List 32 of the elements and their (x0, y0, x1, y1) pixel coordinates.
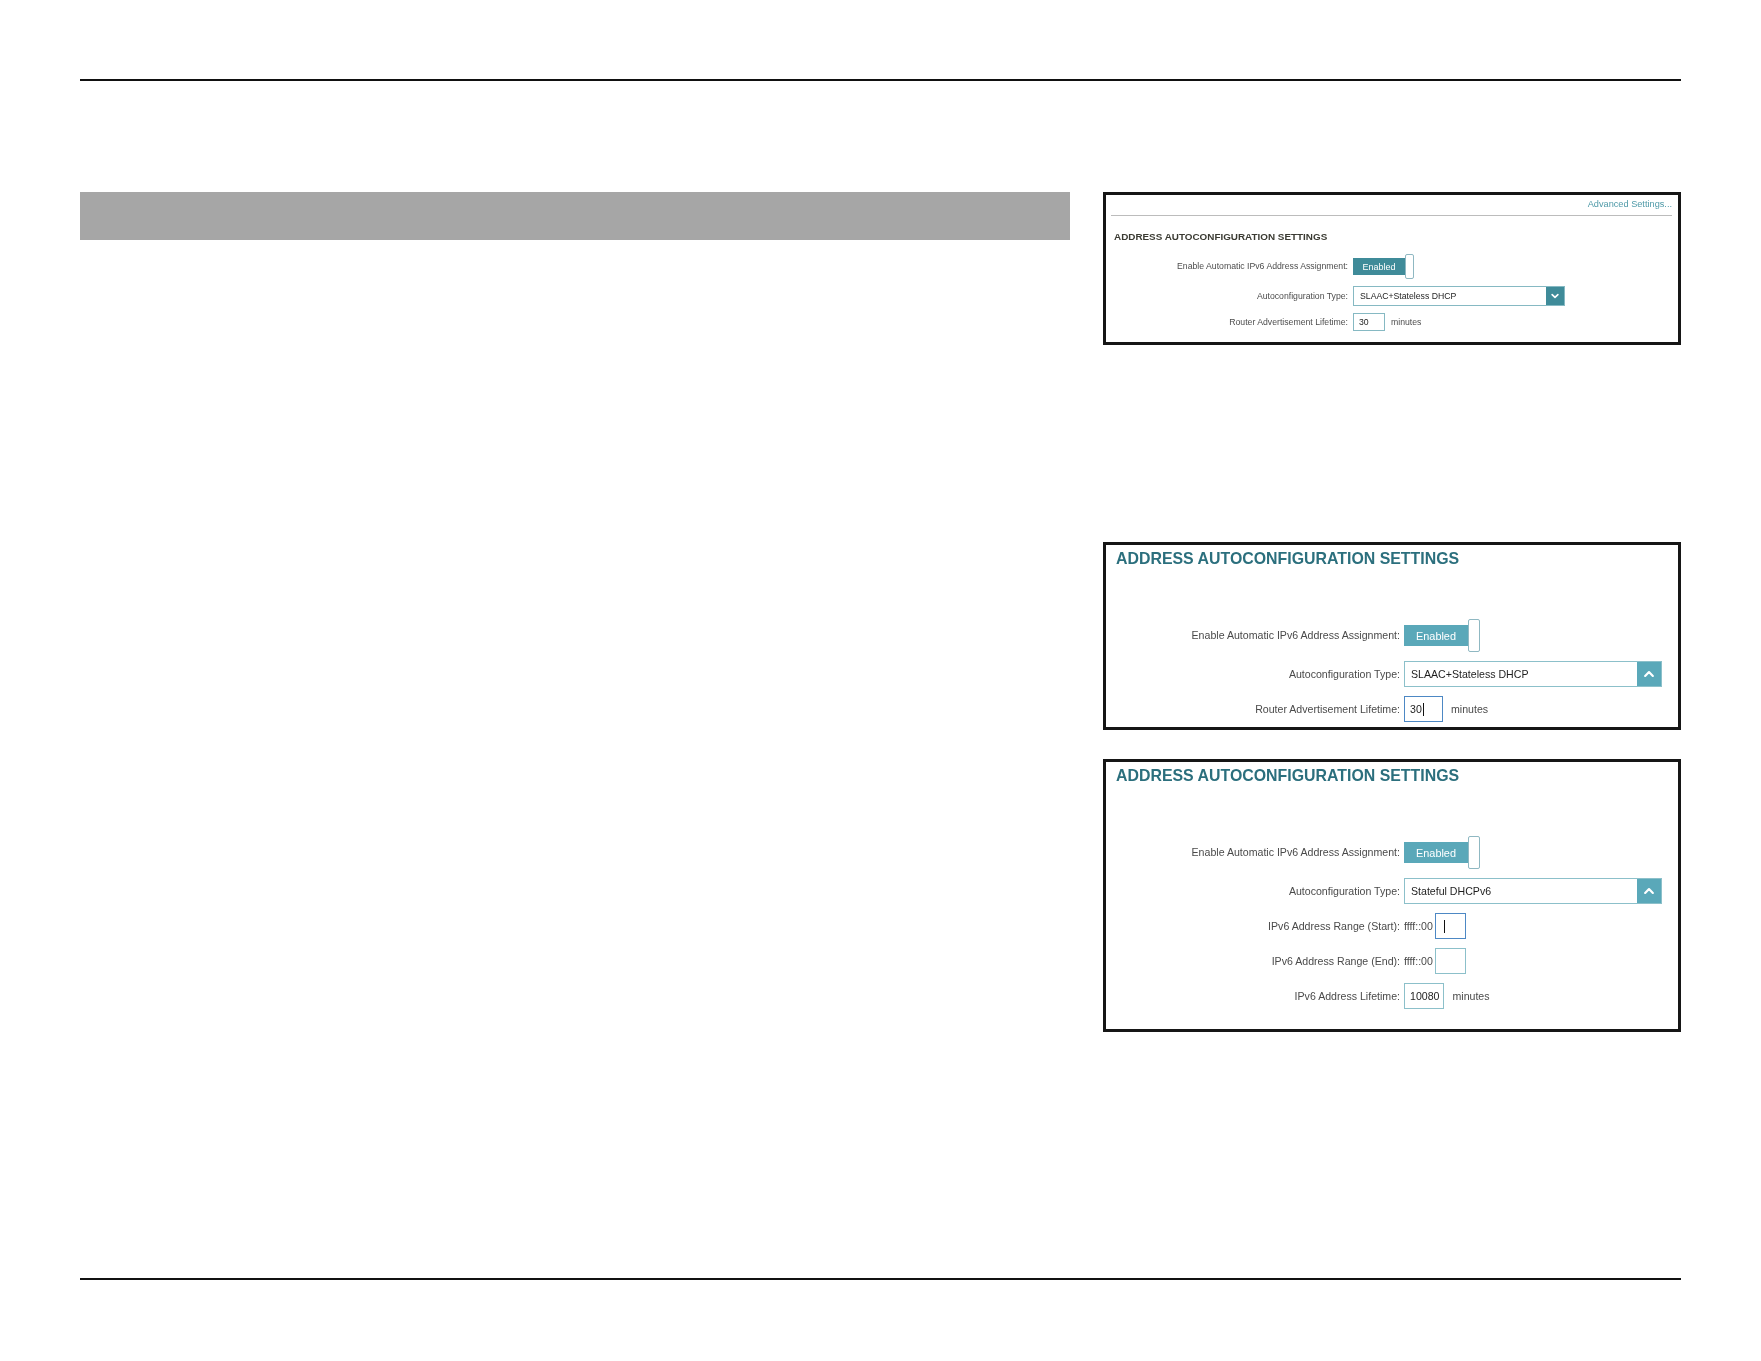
field-label: Enable Automatic IPv6 Address Assignment: (1177, 261, 1348, 272)
dropdown-select[interactable]: SLAAC+Stateless DHCP (1404, 661, 1662, 687)
section-heading: ADDRESS AUTOCONFIGURATION SETTINGS (1116, 766, 1460, 786)
field-label: Autoconfiguration Type: (1288, 667, 1400, 681)
field-label: Enable Automatic IPv6 Address Assignment: (1191, 629, 1400, 642)
field-label: Autoconfiguration Type: (1256, 290, 1348, 302)
text-cursor-icon (1422, 702, 1424, 716)
field-label: IPv6 Address Lifetime: (1294, 989, 1400, 1003)
section-heading: ADDRESS AUTOCONFIGURATION SETTINGS (1114, 230, 1328, 244)
field-label: Autoconfiguration Type: (1288, 884, 1400, 898)
dropdown-select[interactable]: SLAAC+Stateless DHCP (1353, 286, 1565, 306)
field-label: Enable Automatic IPv6 Address Assignment: (1191, 846, 1400, 859)
field-label: Router Advertisement Lifetime: (1255, 702, 1400, 716)
input-field[interactable]: 30 (1404, 696, 1443, 722)
unit-label: minutes (1452, 990, 1490, 1002)
field-label: IPv6 Address Range (End): (1271, 954, 1400, 968)
chevron-up-icon[interactable] (1637, 662, 1661, 686)
input-field[interactable] (1434, 948, 1466, 974)
field-label: IPv6 Address Range (Start): (1268, 919, 1400, 933)
unit-label: minutes (1451, 703, 1489, 715)
chevron-up-icon[interactable] (1637, 879, 1661, 903)
unit-label: minutes (1391, 317, 1422, 327)
section-heading: ADDRESS AUTOCONFIGURATION SETTINGS (1116, 549, 1460, 569)
text-cursor-icon (1443, 919, 1445, 933)
input-field[interactable]: 30 (1353, 313, 1385, 331)
address-prefix: ffff::00 (1404, 920, 1433, 932)
address-prefix: ffff::00 (1404, 955, 1433, 967)
input-field[interactable] (1434, 913, 1466, 939)
chevron-down-icon[interactable] (1546, 287, 1564, 305)
field-label: Router Advertisement Lifetime: (1229, 316, 1348, 328)
input-field[interactable]: 10080 (1404, 983, 1445, 1009)
dropdown-select[interactable]: Stateful DHCPv6 (1404, 878, 1662, 904)
